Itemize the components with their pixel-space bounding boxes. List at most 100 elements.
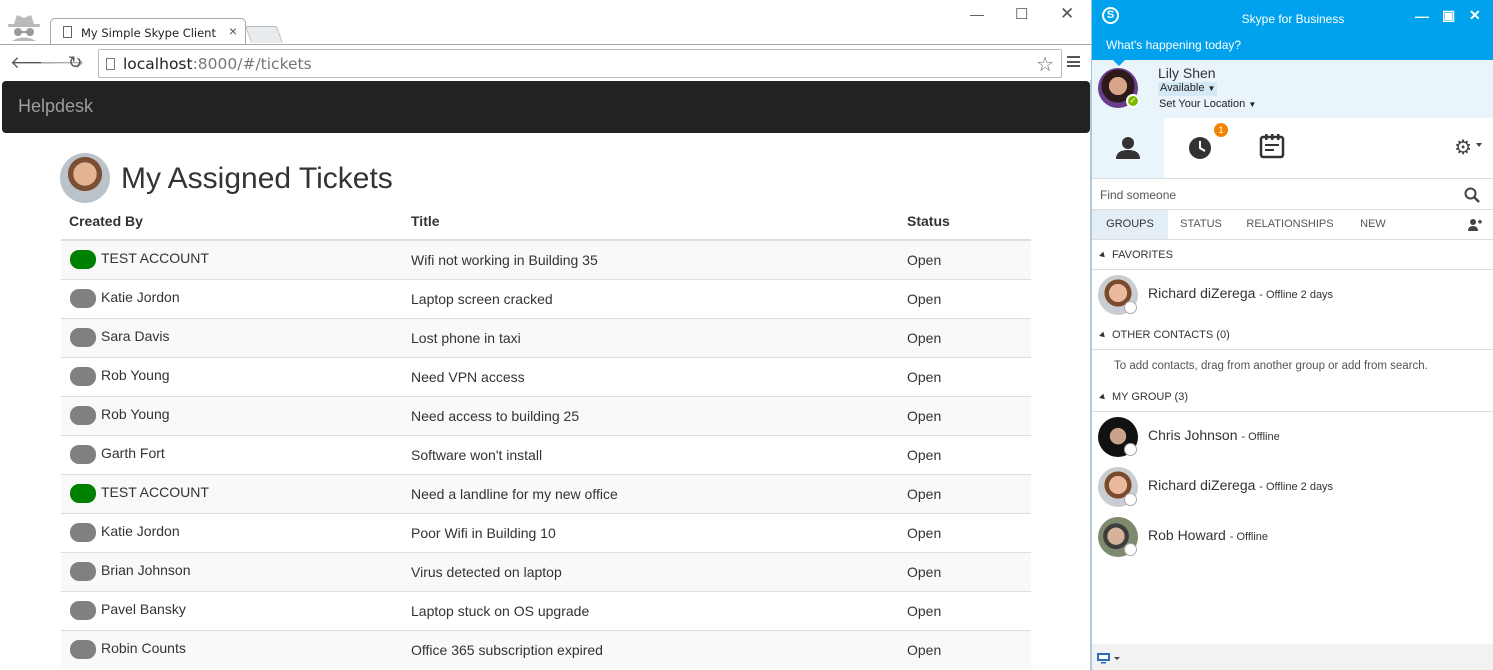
reload-icon[interactable]: ↻ [68,53,82,73]
cell-status: Open [899,551,1031,591]
presence-offline-icon [1124,543,1137,556]
group-header-favorites[interactable]: FAVORITES [1099,249,1173,261]
contact-view-tabs: GROUPS STATUS RELATIONSHIPS NEW [1092,210,1493,240]
presence-indicator [70,640,96,660]
contact-name: Richard diZerega [1148,285,1256,301]
device-settings-icon[interactable] [1096,652,1120,664]
tab-groups[interactable]: GROUPS [1092,210,1168,239]
cell-created-by: Sara Davis [61,317,403,357]
cell-title: Lost phone in taxi [403,317,899,357]
location-dropdown[interactable]: Set Your Location ▼ [1159,98,1256,110]
presence-offline-icon [1124,301,1137,314]
cell-status: Open [899,317,1031,357]
maximize-icon[interactable]: ☐ [1015,5,1028,23]
close-window-icon[interactable]: ✕ [1060,4,1074,24]
tab-contacts[interactable] [1092,118,1164,178]
contact-richard-dizerega[interactable]: Richard diZerega - Offline 2 days [1092,462,1493,512]
available-check-icon: ✓ [1126,94,1140,108]
table-row[interactable]: Rob Young Need VPN access Open [61,356,1031,396]
page-title: My Assigned Tickets [121,162,393,195]
table-row[interactable]: Robin Counts Office 365 subscription expi… [61,629,1031,669]
skype-window: S Skype for Business — ▣ ✕ What's happen… [1091,0,1493,670]
minimize-icon[interactable]: — [1415,8,1429,24]
tab-title: My Simple Skype Client [81,26,216,40]
table-row[interactable]: Rob Young Need access to building 25 Open [61,395,1031,435]
new-tab-button[interactable] [244,26,284,43]
tickets-table: Created By Title Status TEST ACCOUNT Wifi… [61,202,1031,669]
created-by-name: Brian Johnson [101,562,191,579]
chevron-down-icon[interactable] [1476,143,1482,147]
contact-chris-johnson[interactable]: Chris Johnson - Offline [1092,412,1493,462]
created-by-name: Pavel Bansky [101,601,186,618]
contact-rob-howard[interactable]: Rob Howard - Offline [1092,512,1493,562]
tab-new[interactable]: NEW [1352,210,1394,239]
tab-relationships[interactable]: RELATIONSHIPS [1242,210,1338,239]
presence-indicator [70,523,96,542]
find-someone-input[interactable] [1100,185,1440,205]
skype-main-tabs: 1 ⚙ [1092,118,1493,178]
skype-window-title: Skype for Business [1241,12,1345,26]
cell-created-by: Garth Fort [61,434,403,474]
created-by-name: Katie Jordon [101,289,180,306]
whats-happening-note[interactable]: What's happening today? [1106,38,1241,52]
cell-created-by: Pavel Bansky [61,590,403,630]
add-contact-icon[interactable] [1468,218,1482,232]
cell-created-by: Brian Johnson [61,551,403,591]
table-row[interactable]: Pavel Bansky Laptop stuck on OS upgrade Op… [61,590,1031,630]
chrome-menu-icon[interactable] [1067,56,1080,67]
maximize-icon[interactable]: ▣ [1442,7,1455,24]
brand-link[interactable]: Helpdesk [18,96,93,117]
table-row[interactable]: Brian Johnson Virus detected on laptop Ope… [61,551,1031,591]
cell-title: Laptop stuck on OS upgrade [403,590,899,630]
address-bar[interactable]: localhost:8000/#/tickets ☆ [98,49,1062,78]
cell-title: Need VPN access [403,356,899,396]
contact-name: Richard diZerega [1148,477,1256,493]
cell-status: Open [899,395,1031,435]
gear-icon[interactable]: ⚙ [1454,135,1472,160]
cell-created-by: Katie Jordon [61,278,403,318]
created-by-name: Katie Jordon [101,523,180,540]
table-row[interactable]: Sara Davis Lost phone in taxi Open [61,317,1031,357]
browser-toolbar: 🡐 🡒 ↻ localhost:8000/#/tickets ☆ [0,44,1091,80]
contact-richard-dizerega-favorite[interactable]: Richard diZerega - Offline 2 days [1092,270,1493,320]
skype-footer [1092,644,1493,670]
tab-strip: My Simple Skype Client × — ☐ ✕ [0,0,1091,45]
cell-status: Open [899,629,1031,669]
cell-created-by: Katie Jordon [61,512,403,552]
presence-indicator [70,250,96,270]
skype-title-bar: S Skype for Business — ▣ ✕ What's happen… [1092,0,1493,60]
bookmark-star-icon[interactable]: ☆ [1036,52,1054,77]
collapse-triangle-icon [1099,251,1107,259]
table-row[interactable]: TEST ACCOUNT Need a landline for my new o… [61,473,1031,513]
tab-status[interactable]: STATUS [1168,210,1234,239]
contact-name: Chris Johnson [1148,427,1238,443]
group-header-other-contacts[interactable]: OTHER CONTACTS (0) [1099,329,1230,341]
table-row[interactable]: Garth Fort Software won't install Open [61,434,1031,474]
collapse-triangle-icon [1099,393,1107,401]
contact-status: - Offline [1241,431,1280,443]
collapse-triangle-icon [1099,331,1107,339]
cell-created-by: Rob Young [61,395,403,435]
cell-created-by: TEST ACCOUNT [61,473,403,513]
minimize-icon[interactable]: — [970,6,984,22]
contacts-icon [1116,137,1140,159]
close-tab-icon[interactable]: × [229,23,237,39]
presence-indicator [70,484,96,503]
cell-title: Wifi not working in Building 35 [403,239,899,279]
contact-status: - Offline 2 days [1259,481,1334,493]
presence-offline-icon [1124,443,1137,456]
close-window-icon[interactable]: ✕ [1469,7,1481,24]
incognito-icon [8,15,40,41]
page-icon [63,26,72,38]
tab-meetings[interactable] [1236,118,1308,178]
availability-dropdown[interactable]: Available ▼ [1158,82,1218,96]
table-row[interactable]: Katie Jordon Poor Wifi in Building 10 Open [61,512,1031,552]
presence-indicator [70,289,96,308]
table-row[interactable]: Katie Jordon Laptop screen cracked Open [61,278,1031,318]
tab-my-simple-skype-client[interactable]: My Simple Skype Client × [50,18,246,45]
search-icon[interactable] [1464,187,1480,203]
presence-indicator [70,328,96,347]
table-row[interactable]: TEST ACCOUNT Wifi not working in Building… [61,239,1031,279]
group-header-my-group[interactable]: MY GROUP (3) [1099,391,1188,403]
search-bar [1092,178,1493,210]
